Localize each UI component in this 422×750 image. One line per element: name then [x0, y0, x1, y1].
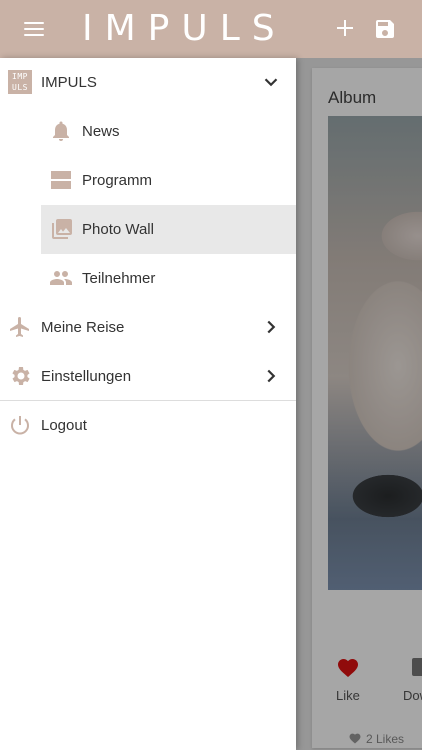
airplane-icon [10, 317, 29, 337]
chevron-right-icon [267, 369, 276, 383]
add-icon[interactable] [333, 16, 357, 40]
drawer-item-programm[interactable]: Programm [0, 156, 296, 205]
chevron-right-icon [267, 320, 276, 334]
drawer-item-label: News [82, 123, 120, 140]
drawer-group-impuls[interactable]: IMP ULS IMPULS [0, 58, 296, 107]
people-icon [50, 271, 72, 285]
drawer-item-einstellungen[interactable]: Einstellungen [0, 352, 296, 401]
drawer-item-photo-wall[interactable]: Photo Wall [41, 205, 296, 254]
photo-library-icon [52, 219, 72, 239]
power-icon [11, 416, 29, 435]
app-logo: IMPULS [82, 8, 287, 49]
navigation-drawer: IMP ULS IMPULS News Programm Photo Wall T… [0, 58, 296, 750]
drawer-scrim[interactable] [296, 58, 422, 750]
drawer-group-label: IMPULS [41, 74, 97, 91]
drawer-item-teilnehmer[interactable]: Teilnehmer [0, 254, 296, 303]
drawer-item-label: Programm [82, 172, 153, 189]
bell-icon [53, 121, 69, 141]
drawer-item-label: Teilnehmer [82, 270, 156, 287]
impuls-logo-icon: IMP ULS [8, 70, 32, 94]
drawer-item-label: Meine Reise [41, 319, 125, 336]
app-bar: IMPULS [0, 0, 422, 58]
drawer-item-logout[interactable]: Logout [0, 401, 296, 450]
drawer-item-news[interactable]: News [0, 107, 296, 156]
drawer-item-meine-reise[interactable]: Meine Reise [0, 303, 296, 352]
save-icon[interactable] [373, 17, 397, 41]
gear-icon [12, 367, 30, 385]
drawer-item-label: Logout [41, 417, 87, 434]
drawer-item-label: Photo Wall [82, 221, 154, 238]
menu-icon[interactable] [24, 18, 50, 40]
agenda-icon [51, 171, 71, 189]
drawer-item-label: Einstellungen [41, 368, 132, 385]
chevron-down-icon[interactable] [260, 71, 282, 93]
